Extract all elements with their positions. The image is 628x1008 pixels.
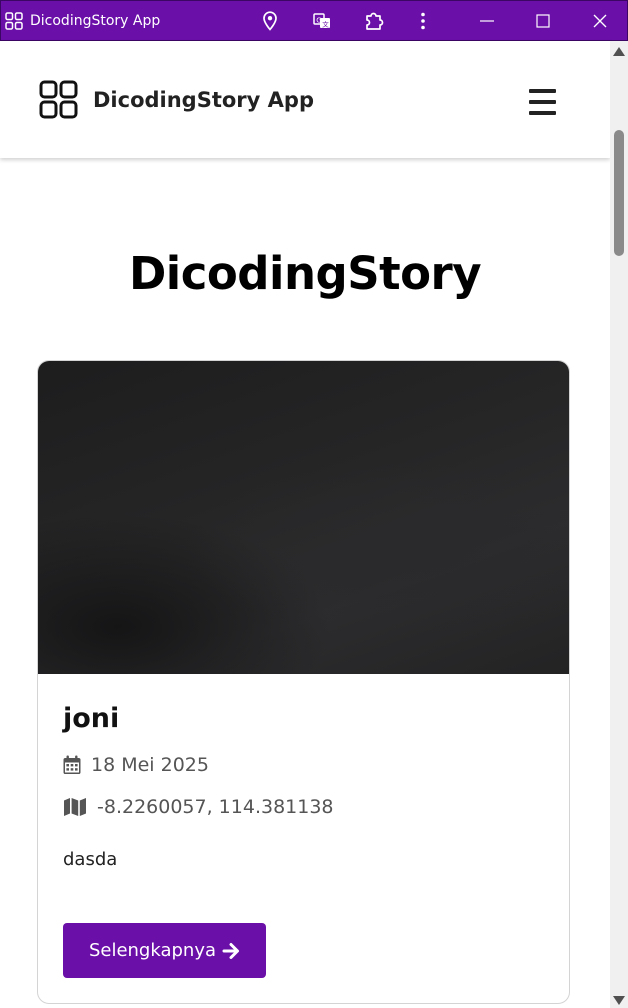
close-icon[interactable]	[588, 9, 612, 33]
scroll-down-icon[interactable]	[613, 996, 625, 1005]
story-date: 18 Mei 2025	[63, 753, 209, 777]
minimize-icon[interactable]	[475, 9, 499, 33]
scroll-up-icon[interactable]	[613, 47, 625, 56]
brand-name[interactable]: DicodingStory App	[93, 86, 314, 114]
app-grid-icon	[5, 12, 23, 30]
window-title: DicodingStory App	[30, 13, 161, 29]
read-more-button[interactable]: Selengkapnya	[63, 923, 266, 978]
story-location-text: -8.2260057, 114.381138	[97, 796, 334, 818]
window-titlebar: DicodingStory App G文	[0, 0, 628, 41]
story-description: dasda	[63, 849, 118, 870]
svg-text:G: G	[316, 17, 321, 25]
story-location: -8.2260057, 114.381138	[63, 795, 334, 819]
svg-text:文: 文	[322, 19, 329, 28]
extensions-icon[interactable]	[362, 9, 386, 33]
maximize-icon[interactable]	[531, 9, 555, 33]
app-header: DicodingStory App	[0, 41, 610, 158]
story-image	[38, 361, 569, 674]
more-vert-icon[interactable]	[411, 9, 435, 33]
translate-icon[interactable]: G文	[310, 9, 334, 33]
read-more-label: Selengkapnya	[88, 940, 217, 961]
story-author: joni	[63, 703, 120, 734]
map-icon	[63, 797, 87, 817]
arrow-right-icon	[216, 942, 240, 960]
hamburger-menu-icon[interactable]	[526, 85, 560, 119]
story-date-text: 18 Mei 2025	[91, 754, 209, 776]
story-card: joni 18 Mei 2025 -8.2260057, 114.381138 …	[37, 360, 570, 1004]
grid-icon	[39, 80, 79, 120]
page-title: DicodingStory	[128, 247, 482, 300]
location-pin-icon[interactable]	[258, 9, 282, 33]
calendar-icon	[63, 755, 81, 775]
vertical-scrollbar[interactable]	[610, 41, 628, 1008]
scrollbar-thumb[interactable]	[614, 130, 624, 256]
